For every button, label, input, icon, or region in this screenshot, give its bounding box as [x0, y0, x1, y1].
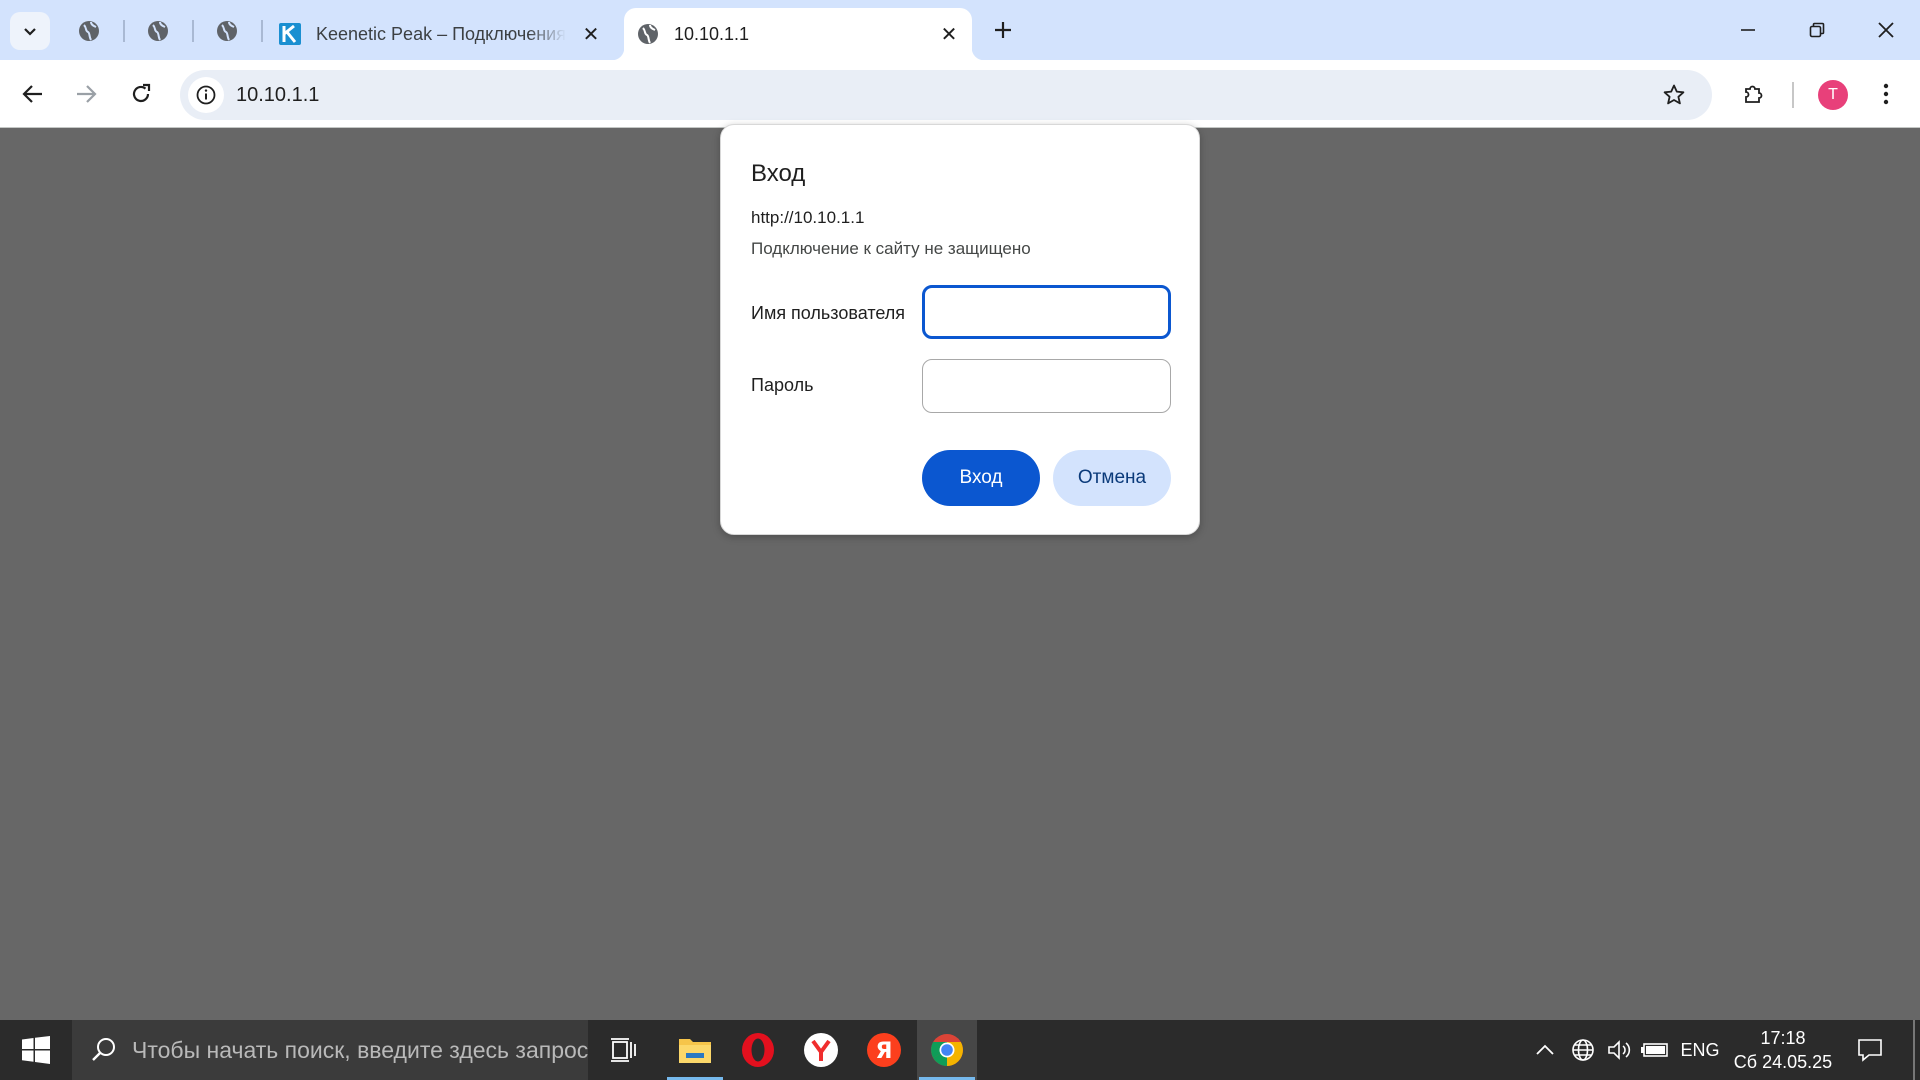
address-bar[interactable]: 10.10.1.1 [180, 70, 1712, 120]
globe-icon [636, 22, 660, 46]
file-explorer-button[interactable] [665, 1020, 725, 1080]
globe-icon [1572, 1039, 1594, 1061]
more-vert-icon [1883, 83, 1889, 105]
tray-overflow-button[interactable] [1532, 1020, 1558, 1080]
tab-separator [123, 20, 125, 42]
extensions-button[interactable] [1734, 74, 1774, 114]
dialog-origin: http://10.10.1.1 [751, 208, 865, 227]
password-input[interactable] [922, 359, 1171, 413]
minimize-icon [1741, 29, 1755, 31]
search-icon [92, 1038, 115, 1061]
toolbar-divider [1792, 82, 1794, 108]
tab-title: Keenetic Peak – Подключения [316, 24, 566, 44]
tab-search-button[interactable] [10, 12, 50, 50]
keenetic-icon [278, 22, 302, 46]
globe-icon [79, 21, 99, 41]
tab-separator [261, 20, 263, 42]
search-placeholder: Чтобы начать поиск, введите здесь запрос [132, 1037, 589, 1063]
clock-time: 17:18 [1760, 1028, 1806, 1048]
toolbar: 10.10.1.1 T [0, 60, 1920, 128]
chrome-icon [931, 1034, 963, 1066]
taskbar-search[interactable]: Чтобы начать поиск, введите здесь запрос [72, 1020, 588, 1080]
reload-button[interactable] [121, 74, 161, 114]
bookmark-star-icon[interactable] [1656, 77, 1692, 113]
windows-icon [22, 1036, 50, 1064]
yandex-button[interactable]: Я [854, 1020, 914, 1080]
dialog-warning: Подключение к сайту не защищено [751, 239, 1031, 258]
username-label: Имя пользователя [751, 303, 906, 323]
network-button[interactable] [1568, 1020, 1598, 1080]
language-indicator[interactable]: ENG [1680, 1020, 1720, 1080]
dialog-title: Вход [751, 160, 806, 187]
opera-button[interactable] [728, 1020, 788, 1080]
restore-icon [1809, 22, 1825, 38]
svg-text:Я: Я [876, 1039, 893, 1064]
tab-keenetic[interactable]: Keenetic Peak – Подключения ✕ [266, 8, 614, 60]
yandex-icon: Я [867, 1033, 901, 1067]
yandex-browser-button[interactable] [791, 1020, 851, 1080]
notification-icon [1858, 1039, 1882, 1062]
yandex-browser-icon [804, 1033, 838, 1067]
close-window-button[interactable] [1851, 0, 1920, 60]
tab-active[interactable]: 10.10.1.1 ✕ [612, 8, 984, 60]
password-label: Пароль [751, 375, 814, 395]
puzzle-icon [1745, 85, 1763, 103]
opera-icon [742, 1033, 774, 1067]
task-view-icon [611, 1038, 636, 1062]
restore-button[interactable] [1782, 0, 1852, 60]
forward-button[interactable] [66, 74, 106, 114]
task-view-button[interactable] [594, 1020, 654, 1080]
arrow-left-icon [22, 85, 42, 103]
close-icon[interactable]: ✕ [936, 21, 962, 47]
close-icon[interactable]: ✕ [578, 21, 604, 47]
clock[interactable]: 17:18 Сб 24.05.25 [1728, 1026, 1838, 1074]
profile-avatar[interactable]: T [1818, 80, 1848, 110]
battery-button[interactable] [1638, 1020, 1672, 1080]
battery-icon [1641, 1043, 1668, 1057]
pinned-tab[interactable] [71, 14, 107, 48]
auth-dialog: Вход http://10.10.1.1 Подключение к сайт… [720, 124, 1200, 535]
pinned-tab[interactable] [209, 14, 245, 48]
globe-icon [148, 21, 168, 41]
notifications-button[interactable] [1850, 1020, 1890, 1080]
cancel-button[interactable]: Отмена [1053, 450, 1171, 506]
start-button[interactable] [0, 1020, 72, 1080]
close-icon [1878, 22, 1894, 38]
username-input[interactable] [922, 285, 1171, 339]
login-button[interactable]: Вход [922, 450, 1040, 506]
volume-button[interactable] [1605, 1020, 1635, 1080]
new-tab-button[interactable] [985, 12, 1021, 48]
show-desktop-button[interactable] [1913, 1020, 1915, 1080]
minimize-button[interactable] [1713, 0, 1783, 60]
tab-title: 10.10.1.1 [674, 24, 750, 44]
arrow-right-icon [77, 85, 97, 103]
globe-icon [217, 21, 237, 41]
chevron-up-icon [1536, 1044, 1554, 1055]
plus-icon [995, 22, 1011, 38]
tab-strip: Keenetic Peak – Подключения ✕ 10.10.1.1 … [0, 0, 1920, 60]
menu-button[interactable] [1866, 74, 1906, 114]
reload-icon [132, 83, 151, 103]
address-text[interactable]: 10.10.1.1 [236, 70, 319, 120]
taskbar: Чтобы начать поиск, введите здесь запрос… [0, 1020, 1920, 1080]
chrome-button[interactable] [917, 1020, 977, 1080]
chevron-down-icon [24, 28, 36, 36]
site-info-icon[interactable] [188, 77, 224, 113]
speaker-icon [1608, 1040, 1631, 1060]
file-explorer-icon [679, 1039, 711, 1063]
back-button[interactable] [13, 74, 53, 114]
clock-date: Сб 24.05.25 [1733, 1052, 1833, 1072]
pinned-tab[interactable] [140, 14, 176, 48]
tab-separator [192, 20, 194, 42]
